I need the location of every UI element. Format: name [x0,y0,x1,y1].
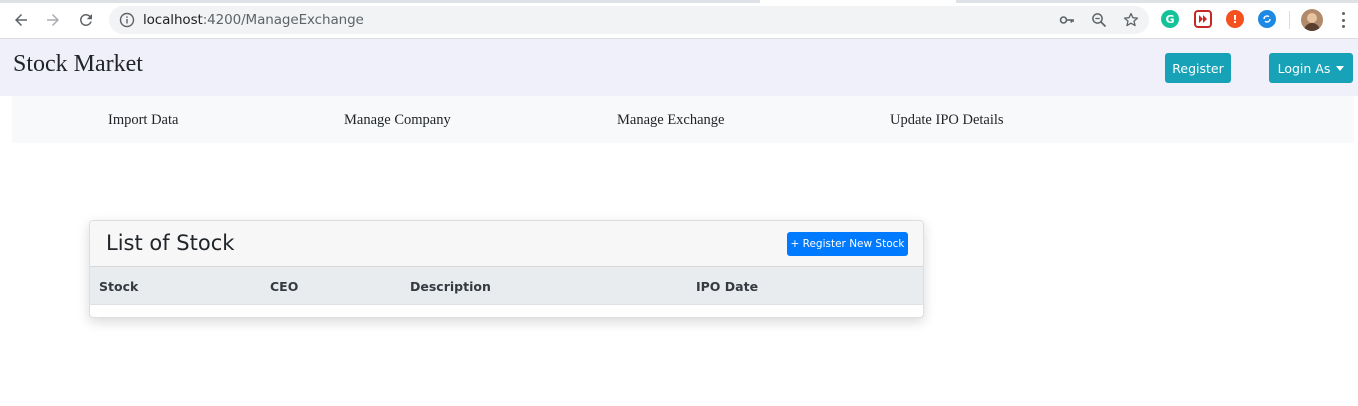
profile-avatar[interactable] [1301,9,1323,31]
app-navbar: Stock Market Register Login As [0,39,1358,96]
column-header-description: Description [410,279,491,294]
site-info-icon[interactable] [119,12,135,28]
card-header: List of Stock + Register New Stock [90,221,923,267]
caret-down-icon [1336,65,1345,71]
column-header-ipo-date: IPO Date [696,279,759,294]
login-as-dropdown-button[interactable]: Login As [1269,53,1353,83]
forward-button[interactable] [42,9,64,31]
url-path: :4200/ManageExchange [202,12,364,28]
browser-menu-icon[interactable] [1337,11,1349,29]
login-as-label: Login As [1277,60,1331,76]
alert-extension-icon[interactable]: ! [1226,10,1244,28]
nav-link-manage-exchange[interactable]: Manage Exchange [617,112,725,129]
tab-strip [0,0,1358,3]
back-arrow-icon [15,14,27,26]
active-tab-edge[interactable] [760,0,956,3]
column-header-ceo: CEO [270,279,299,294]
sync-extension-icon[interactable] [1258,10,1276,28]
sub-navigation: Import Data Manage Company Manage Exchan… [12,96,1354,143]
table-header-row: Stock CEO Description IPO Date [90,267,923,305]
play-icon [1199,15,1207,23]
url-host: localhost [143,12,203,28]
stock-list-card: List of Stock + Register New Stock Stock… [89,220,924,318]
nav-link-manage-company[interactable]: Manage Company [344,112,451,129]
register-new-stock-button[interactable]: + Register New Stock [787,232,908,256]
zoom-icon[interactable] [1091,12,1107,28]
key-icon[interactable] [1059,12,1075,28]
browser-toolbar: localhost:4200/ManageExchange G ! [0,0,1358,39]
reload-icon [79,13,92,26]
reload-button[interactable] [75,9,97,31]
grammarly-extension-icon[interactable]: G [1161,10,1179,28]
sync-arrows-icon [1263,15,1271,23]
media-extension-icon[interactable] [1194,10,1212,28]
forward-arrow-icon [47,14,59,26]
nav-link-update-ipo-details[interactable]: Update IPO Details [890,112,1004,129]
register-button[interactable]: Register [1165,53,1231,83]
star-icon[interactable] [1123,12,1139,28]
address-bar[interactable]: localhost:4200/ManageExchange [109,6,1149,34]
back-button[interactable] [10,9,32,31]
nav-link-import-data[interactable]: Import Data [108,112,178,129]
brand-title[interactable]: Stock Market [13,51,143,78]
column-header-stock: Stock [99,279,139,294]
register-button-label: Register [1172,60,1224,76]
toolbar-divider [1289,11,1290,29]
register-new-stock-label: + Register New Stock [790,238,905,250]
card-title: List of Stock [106,231,235,255]
url-text[interactable]: localhost:4200/ManageExchange [143,12,364,28]
table-body [90,305,923,317]
